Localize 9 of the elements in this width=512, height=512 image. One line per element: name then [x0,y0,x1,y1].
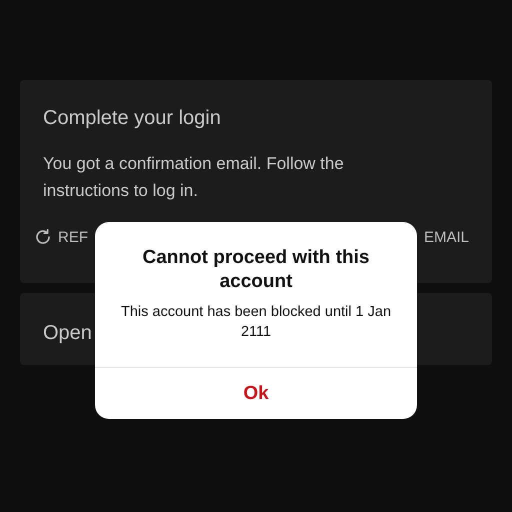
card-message: You got a confirmation email. Follow the instructions to log in. [43,153,345,202]
dialog-message: This account has been blocked until 1 Jan 2111 [120,303,392,342]
dialog-title: Cannot proceed with this account [142,246,370,294]
refresh-button[interactable]: REF [34,228,88,246]
card-title: Complete your login [43,106,221,130]
email-button[interactable]: EMAIL [424,228,469,246]
refresh-icon [34,228,52,246]
ok-button[interactable]: Ok [95,367,417,419]
card-title: Open [43,321,92,345]
